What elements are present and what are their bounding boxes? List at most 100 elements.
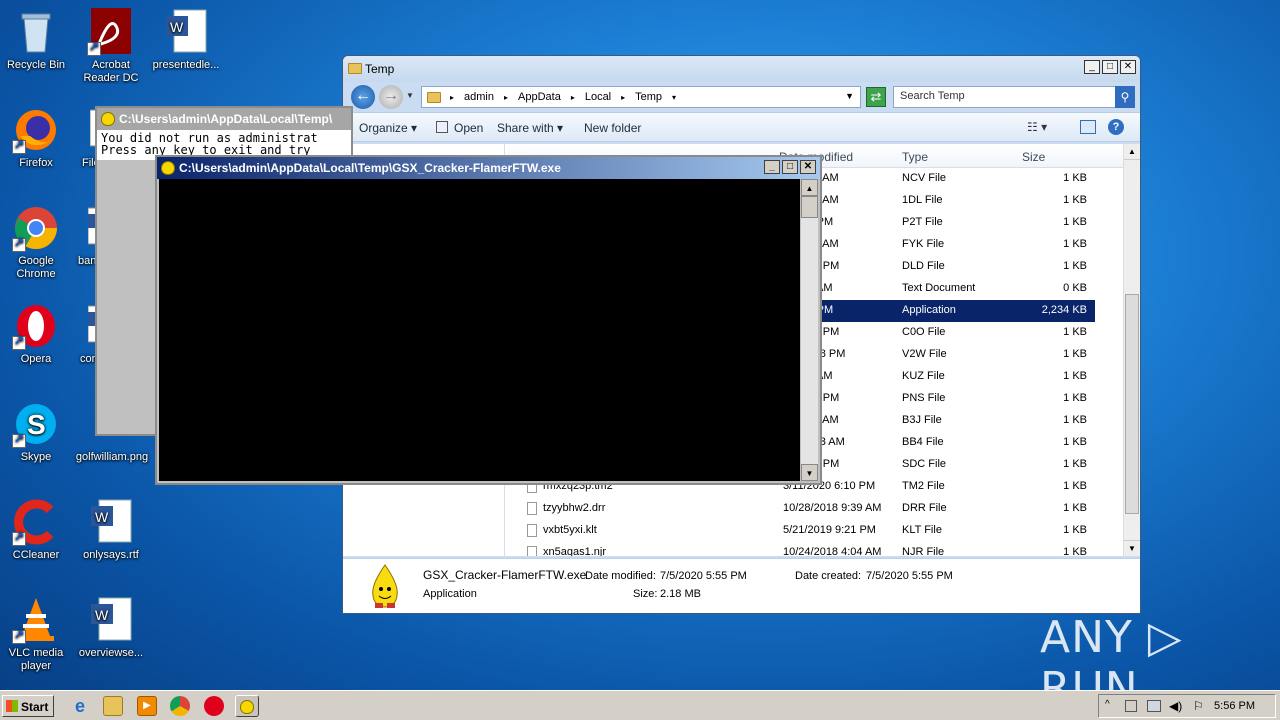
desktop-icon-recycle-bin[interactable]: Recycle Bin: [0, 8, 72, 72]
taskbar: Start e ▶ ^ ◀) ⚐ 5:56 PM: [0, 690, 1280, 720]
scroll-up-arrow-icon[interactable]: ▲: [801, 179, 818, 196]
word-document-icon: W: [87, 498, 135, 546]
share-with-button[interactable]: Share with ▾: [497, 121, 563, 135]
desktop-icon-vlc[interactable]: VLC media player: [0, 596, 72, 673]
breadcrumb-sep-icon: ▸: [570, 92, 575, 102]
preview-pane-icon[interactable]: [1080, 120, 1096, 134]
breadcrumb-local[interactable]: Local: [585, 91, 611, 103]
breadcrumb-sep-icon: ▸: [503, 92, 508, 102]
file-row[interactable]: tzyybhw2.drr 10/28/2018 9:39 AM DRR File 1 …: [507, 498, 1095, 520]
scroll-up-arrow-icon[interactable]: ▲: [1124, 144, 1140, 160]
file-size: 0 KB: [1063, 282, 1087, 294]
file-type: KUZ File: [902, 370, 945, 382]
speaker-icon[interactable]: ◀): [1169, 699, 1182, 713]
acrobat-icon: [87, 8, 135, 56]
system-tray: ^ ◀) ⚐ 5:56 PM: [1098, 694, 1276, 718]
svg-text:S: S: [27, 409, 46, 440]
details-size-label: Size:: [633, 588, 658, 600]
file-size: 1 KB: [1063, 326, 1087, 338]
console-titlebar[interactable]: C:\Users\admin\AppData\Local\Temp\GSX_Cr…: [157, 157, 820, 179]
forward-button[interactable]: →: [379, 85, 403, 109]
console-scrollbar[interactable]: ▲ ▼: [801, 179, 818, 481]
breadcrumb-temp[interactable]: Temp: [635, 91, 662, 103]
breadcrumb-admin[interactable]: admin: [464, 91, 494, 103]
media-player-icon[interactable]: ▶: [137, 696, 157, 716]
file-size: 2,234 KB: [1041, 304, 1087, 316]
vertical-scrollbar[interactable]: ▲ ▼: [1123, 144, 1140, 556]
file-type: BB4 File: [902, 436, 944, 448]
column-header-size[interactable]: Size: [1022, 150, 1045, 164]
ccleaner-icon: [12, 498, 60, 546]
file-type: NCV File: [902, 172, 947, 184]
file-size: 1 KB: [1063, 458, 1087, 470]
search-input[interactable]: Search Temp: [893, 86, 1135, 108]
column-header-type[interactable]: Type: [902, 150, 928, 164]
word-document-icon: W: [87, 596, 135, 644]
chrome-taskbar-icon[interactable]: [170, 696, 190, 716]
shortcut-arrow-icon: [12, 432, 26, 448]
vlc-cone-icon: [12, 596, 60, 644]
console-window[interactable]: C:\Users\admin\AppData\Local\Temp\GSX_Cr…: [155, 155, 822, 485]
desktop-icon-overviewse[interactable]: W overviewse...: [75, 596, 147, 660]
close-button[interactable]: ✕: [1120, 60, 1136, 74]
desktop-icon-skype[interactable]: S Skype: [0, 400, 72, 464]
file-row[interactable]: vxbt5yxi.klt 5/21/2019 9:21 PM KLT File 1 K…: [507, 520, 1095, 542]
file-type: DLD File: [902, 260, 945, 272]
back-button[interactable]: ←: [351, 85, 375, 109]
svg-text:W: W: [170, 19, 184, 35]
address-dropdown-icon[interactable]: ▼: [845, 91, 854, 101]
console-back-titlebar[interactable]: C:\Users\admin\AppData\Local\Temp\: [97, 108, 351, 130]
console-output[interactable]: [159, 179, 800, 481]
breadcrumb-appdata[interactable]: AppData: [518, 91, 561, 103]
details-size: 2.18 MB: [660, 588, 701, 600]
new-folder-button[interactable]: New folder: [584, 121, 641, 135]
shortcut-arrow-icon: [12, 628, 26, 644]
console-close-button[interactable]: ✕: [800, 160, 816, 174]
scroll-down-arrow-icon[interactable]: ▼: [801, 464, 818, 481]
file-type: KLT File: [902, 524, 942, 536]
lemon-taskbar-icon[interactable]: [235, 695, 259, 717]
console-minimize-button[interactable]: _: [764, 160, 780, 174]
desktop-icon-ccleaner[interactable]: CCleaner: [0, 498, 72, 562]
maximize-button[interactable]: □: [1102, 60, 1118, 74]
folder-icon: [348, 63, 362, 74]
start-button[interactable]: Start: [2, 695, 54, 717]
file-size: 1 KB: [1063, 414, 1087, 426]
desktop-icon-presentedle[interactable]: W presentedle...: [150, 8, 222, 72]
ie-icon[interactable]: e: [70, 696, 90, 716]
explorer-taskbar-icon[interactable]: [103, 696, 123, 716]
file-name: vxbt5yxi.klt: [543, 524, 597, 536]
desktop-icon-acrobat[interactable]: Acrobat Reader DC: [75, 8, 147, 85]
open-button[interactable]: Open: [454, 121, 483, 135]
clock[interactable]: 5:56 PM: [1214, 700, 1255, 712]
scroll-thumb[interactable]: [1125, 294, 1139, 514]
network-icon[interactable]: [1125, 700, 1137, 712]
file-row[interactable]: xn5aqas1.njr 10/24/2018 4:04 AM NJR File 1 …: [507, 542, 1095, 556]
address-bar[interactable]: ▸ admin ▸ AppData ▸ Local ▸ Temp ▾ ▼: [421, 86, 861, 108]
minimize-button[interactable]: _: [1084, 60, 1100, 74]
file-type: DRR File: [902, 502, 947, 514]
console-maximize-button[interactable]: □: [782, 160, 798, 174]
file-type: P2T File: [902, 216, 943, 228]
opera-taskbar-icon[interactable]: [204, 696, 224, 716]
recycle-bin-icon: [12, 8, 60, 56]
file-type: C0O File: [902, 326, 946, 338]
file-size: 1 KB: [1063, 216, 1087, 228]
tray-expand-icon[interactable]: ^: [1105, 699, 1110, 710]
view-options-icon[interactable]: ☷ ▾: [1027, 120, 1047, 134]
file-size: 1 KB: [1063, 260, 1087, 272]
recent-pages-chevron-icon[interactable]: ▼: [406, 91, 414, 100]
file-size: 1 KB: [1063, 436, 1087, 448]
explorer-titlebar[interactable]: Temp _ □ ✕: [343, 56, 1140, 82]
scroll-down-arrow-icon[interactable]: ▼: [1124, 540, 1140, 556]
desktop-icon-onlysays[interactable]: W onlysays.rtf: [75, 498, 147, 562]
help-icon[interactable]: ?: [1108, 119, 1124, 135]
shortcut-arrow-icon: [87, 40, 101, 56]
network-status-icon[interactable]: [1147, 700, 1161, 712]
file-type: TM2 File: [902, 480, 945, 492]
scroll-thumb[interactable]: [801, 196, 818, 218]
refresh-button[interactable]: ⇄: [866, 87, 886, 107]
search-icon[interactable]: ⚲: [1115, 86, 1135, 108]
flag-icon[interactable]: ⚐: [1193, 699, 1204, 713]
organize-button[interactable]: Organize ▾: [359, 121, 417, 135]
